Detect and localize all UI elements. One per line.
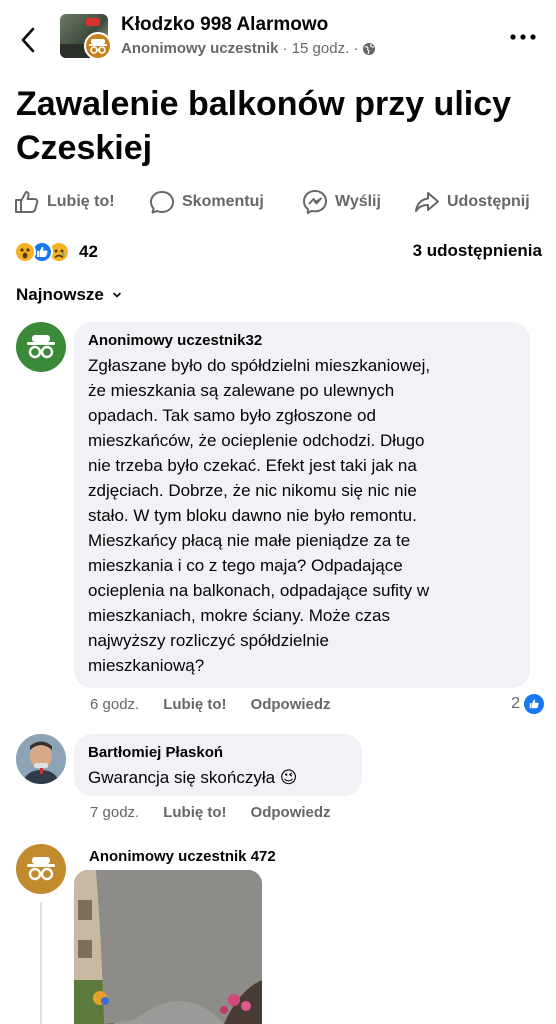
reactions-summary[interactable]: 42: [14, 238, 98, 266]
like-reaction-icon: [524, 694, 544, 714]
comment-bubble: Bartłomiej Płaskoń Gwarancja się skończy…: [74, 734, 362, 796]
sort-label: Najnowsze: [16, 285, 104, 304]
messenger-icon: [303, 190, 327, 214]
comment-like-button[interactable]: Lubię to!: [163, 696, 226, 713]
shares-count[interactable]: 3 udostępnienia: [413, 241, 542, 261]
comment-button[interactable]: Skomentuj: [149, 186, 264, 218]
reaction-count: 42: [79, 242, 98, 261]
back-button[interactable]: [14, 24, 42, 56]
comment-bubble: Anonimowy uczestnik32 Zgłaszane było do …: [74, 322, 530, 688]
comment-meta: 7 godz. Lubię to! Odpowiedz: [90, 804, 355, 821]
comment-text: Gwarancja się skończyła 😉: [88, 768, 298, 787]
post-subline: Anonimowy uczestnik · 15 godz. ·: [121, 40, 376, 57]
comment-time: 6 godz.: [90, 696, 140, 713]
share-button[interactable]: Udostępnij: [414, 186, 530, 218]
post-header: Kłodzko 998 Alarmowo Anonimowy uczestnik…: [0, 0, 556, 72]
comment-like-count[interactable]: 2: [511, 694, 544, 714]
globe-icon: [363, 42, 376, 55]
comment-time: 7 godz.: [90, 804, 140, 821]
send-label: Wyślij: [335, 193, 381, 210]
chevron-down-icon: [113, 292, 121, 297]
thumbs-up-icon: [15, 191, 39, 213]
comment-author[interactable]: Anonimowy uczestnik 472: [89, 848, 276, 865]
anonymous-avatar-icon: [84, 32, 112, 60]
send-button[interactable]: Wyślij: [302, 186, 381, 218]
comment-text: Zgłaszane było do spółdzielni mieszkanio…: [88, 356, 431, 675]
comment-like-button[interactable]: Lubię to!: [163, 804, 226, 821]
anonymous-avatar-icon[interactable]: [16, 844, 66, 894]
wow-reaction-icon: [14, 241, 36, 263]
share-arrow-icon: [415, 192, 439, 212]
user-avatar[interactable]: [16, 734, 66, 784]
comment-reply-button[interactable]: Odpowiedz: [251, 696, 331, 713]
post-actions-bar: Lubię to! Skomentuj Wyślij Udostępnij: [0, 186, 556, 218]
comment-meta: 6 godz. Lubię to! Odpowiedz: [90, 696, 355, 713]
post-title: Zawalenie balkonów przy ulicy Czeskiej: [16, 85, 512, 167]
chevron-left-icon: [21, 27, 35, 53]
comment-author[interactable]: Anonimowy uczestnik32: [88, 332, 516, 349]
share-label: Udostępnij: [447, 193, 530, 210]
comment-icon: [150, 191, 174, 214]
comment-photo[interactable]: [74, 870, 262, 1024]
like-label: Lubię to!: [47, 193, 115, 210]
post-author[interactable]: Anonimowy uczestnik: [121, 40, 279, 57]
anonymous-avatar-icon[interactable]: [16, 322, 66, 372]
more-options-button[interactable]: [508, 26, 538, 48]
comment-sort-dropdown[interactable]: Najnowsze: [16, 285, 122, 305]
post-time: · 15 godz. ·: [282, 40, 359, 57]
comment-like-number: 2: [511, 695, 520, 712]
comment-label: Skomentuj: [182, 193, 264, 210]
comment-author[interactable]: Bartłomiej Płaskoń: [88, 744, 348, 761]
group-name[interactable]: Kłodzko 998 Alarmowo: [121, 14, 328, 36]
comment-reply-button[interactable]: Odpowiedz: [251, 804, 331, 821]
thread-line: [40, 902, 42, 1024]
like-button[interactable]: Lubię to!: [14, 186, 115, 218]
more-dots-icon: [510, 34, 536, 40]
